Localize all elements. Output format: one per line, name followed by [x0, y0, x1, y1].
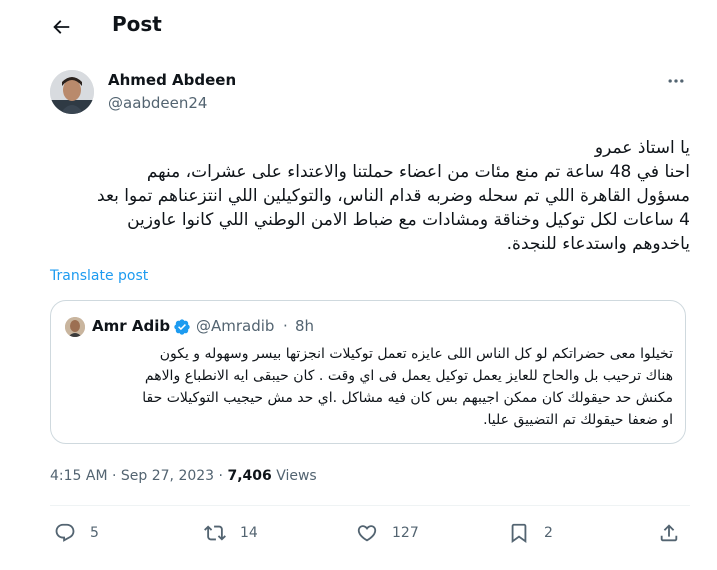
- quote-avatar-image: [65, 317, 85, 337]
- meta-dot: ·: [214, 468, 228, 484]
- avatar-image: [50, 70, 94, 114]
- quote-text: تخيلوا معى حضراتكم لو كل الناس اللى عايز…: [65, 343, 673, 431]
- verified-icon: [174, 319, 190, 335]
- post-line: يا استاذ عمرو: [594, 138, 690, 158]
- post-time[interactable]: 4:15 AM: [50, 468, 108, 484]
- quote-line: مكنش حد حيقولك كان ممكن اجيبهم بس كان في…: [142, 390, 673, 406]
- divider: [50, 505, 690, 506]
- quote-author-handle: @Amradib: [196, 317, 275, 335]
- back-arrow-icon: [53, 20, 70, 34]
- more-button[interactable]: [662, 70, 690, 92]
- post-meta: 4:15 AM · Sep 27, 2023 · 7,406 Views: [50, 468, 317, 484]
- reply-icon: [55, 523, 75, 542]
- retweet-icon: [204, 525, 226, 541]
- quote-line: او ضعفا حيقولك تم التضييق عليا.: [483, 412, 673, 428]
- post-text: يا استاذ عمرو احنا في 48 ساعة تم منع مئا…: [50, 136, 690, 256]
- translate-post-link[interactable]: Translate post: [50, 268, 148, 284]
- author-handle[interactable]: @aabdeen24: [108, 94, 207, 112]
- repost-count: 14: [240, 525, 258, 541]
- post-line: احنا في 48 ساعة تم منع مئات من اعضاء حمل…: [146, 162, 690, 182]
- post-line: ياخدوهم واستدعاء للنجدة.: [506, 234, 690, 254]
- quote-line: تخيلوا معى حضراتكم لو كل الناس اللى عايز…: [159, 346, 673, 362]
- bookmark-button[interactable]: 2: [508, 520, 553, 546]
- more-icon: [668, 79, 684, 83]
- back-button[interactable]: [44, 10, 78, 44]
- views-count[interactable]: 7,406: [227, 468, 271, 484]
- repost-button[interactable]: 14: [204, 520, 258, 546]
- page-title: Post: [112, 12, 162, 36]
- post-date[interactable]: Sep 27, 2023: [121, 468, 214, 484]
- author-name[interactable]: Ahmed Abdeen: [108, 71, 236, 89]
- like-button[interactable]: 127: [356, 520, 419, 546]
- post-line: مسؤول القاهرة اللي تم سحله وضربه قدام ال…: [97, 186, 690, 206]
- quoted-post[interactable]: Amr Adib @Amradib · 8h تخيلوا معى حضراتك…: [50, 300, 686, 444]
- author-avatar[interactable]: [50, 70, 94, 114]
- post-line: 4 ساعات لكل توكيل وخناقة ومشادات مع ضباط…: [127, 210, 690, 230]
- quote-avatar: [65, 317, 85, 337]
- quote-author-name: Amr Adib: [92, 317, 171, 335]
- bookmark-count: 2: [544, 525, 553, 541]
- share-icon: [660, 524, 678, 542]
- share-button[interactable]: [658, 520, 680, 546]
- reply-count: 5: [90, 525, 99, 541]
- quote-line: هناك ترحيب بل والحاح للعايز يعمل توكيل ي…: [144, 368, 673, 384]
- like-count: 127: [392, 525, 419, 541]
- quote-timestamp: 8h: [295, 317, 315, 335]
- bookmark-icon: [511, 523, 527, 544]
- meta-dot: ·: [107, 468, 121, 484]
- reply-button[interactable]: 5: [54, 520, 99, 546]
- quote-separator: ·: [283, 317, 288, 335]
- like-icon: [357, 525, 377, 542]
- views-label: Views: [271, 468, 317, 484]
- top-bar: Post: [0, 0, 717, 53]
